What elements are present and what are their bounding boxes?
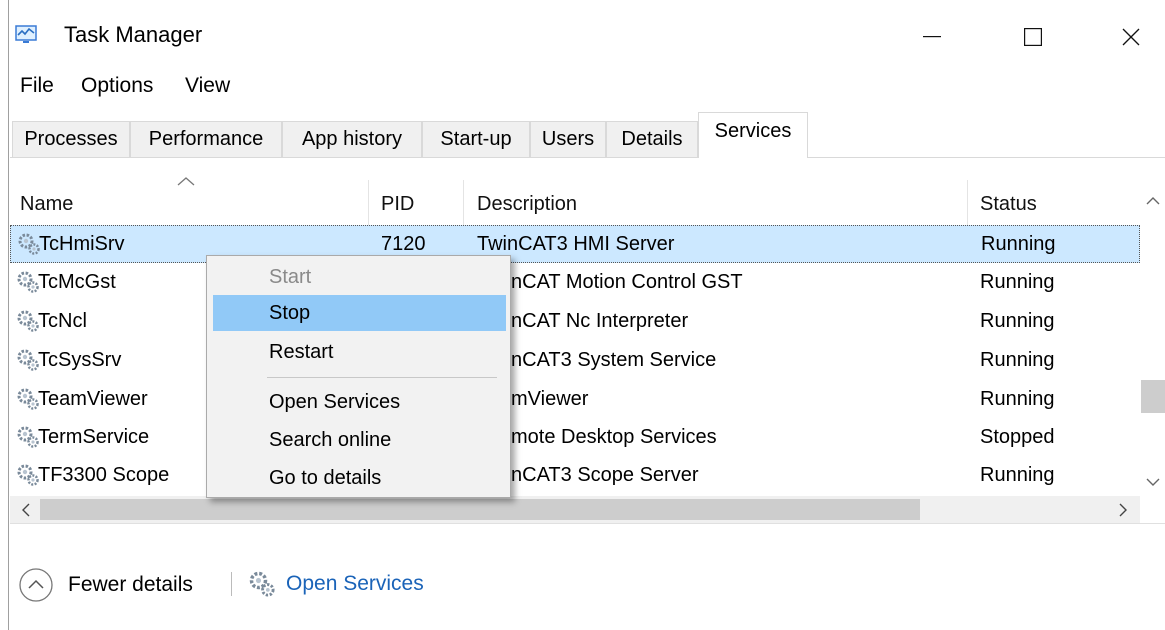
service-status: Running: [980, 388, 1055, 410]
service-gear-icon: [17, 310, 39, 332]
maximize-button[interactable]: [998, 8, 1068, 66]
service-status: Running: [980, 310, 1055, 332]
minimize-button[interactable]: [897, 8, 967, 66]
tab-start-up[interactable]: Start-up: [422, 121, 530, 157]
task-manager-icon: [15, 25, 37, 43]
maximize-icon: [1024, 28, 1042, 46]
context-menu-open-services[interactable]: Open Services: [213, 384, 506, 420]
service-gear-icon: [17, 349, 39, 371]
tab-app-history[interactable]: App history: [282, 121, 422, 157]
column-divider[interactable]: [368, 180, 369, 228]
service-status: Running: [980, 271, 1055, 293]
context-menu: Start Stop Restart Open Services Search …: [206, 255, 511, 498]
column-header-name[interactable]: Name: [20, 193, 73, 216]
minimize-icon: [923, 36, 941, 38]
table-row[interactable]: TcMcGst nCAT Motion Control GST Running: [10, 264, 1140, 302]
service-name: TF3300 Scope: [38, 464, 170, 486]
window-title: Task Manager: [64, 22, 203, 47]
close-icon: [1122, 28, 1140, 46]
service-description: nCAT3 Scope Server: [511, 464, 699, 486]
chevron-up-icon: [1146, 196, 1159, 204]
menu-options[interactable]: Options: [81, 74, 153, 98]
open-services-link[interactable]: Open Services: [248, 566, 424, 602]
fewer-details-button[interactable]: Fewer details: [18, 563, 193, 607]
tab-baseline: [10, 157, 1165, 158]
close-button[interactable]: [1096, 8, 1165, 66]
service-description: nCAT Motion Control GST: [511, 271, 743, 293]
footer-divider: [10, 523, 1165, 524]
vertical-scroll-thumb[interactable]: [1141, 380, 1165, 413]
fewer-details-label: Fewer details: [68, 573, 193, 596]
service-name: TcHmiSrv: [39, 233, 125, 255]
context-menu-restart[interactable]: Restart: [213, 334, 506, 370]
service-description: mViewer: [511, 388, 589, 410]
table-row[interactable]: TcSysSrv nCAT3 System Service Running: [10, 342, 1140, 380]
open-services-label: Open Services: [286, 572, 424, 595]
service-description: nCAT Nc Interpreter: [511, 310, 689, 332]
tab-performance[interactable]: Performance: [130, 121, 282, 157]
context-menu-search-online[interactable]: Search online: [213, 422, 506, 458]
column-divider[interactable]: [463, 180, 464, 228]
table-row[interactable]: TcHmiSrv 7120 TwinCAT3 HMI Server Runnin…: [10, 225, 1140, 263]
service-gear-icon: [17, 271, 39, 293]
service-status: Running: [981, 233, 1056, 255]
service-gear-icon: [17, 426, 39, 448]
service-status: Running: [980, 349, 1055, 371]
horizontal-scroll-thumb[interactable]: [40, 499, 920, 520]
scroll-left-button[interactable]: [14, 498, 36, 522]
tab-users[interactable]: Users: [530, 121, 606, 157]
service-status: Stopped: [980, 426, 1055, 448]
service-name: TermService: [38, 426, 150, 448]
service-description: nCAT3 System Service: [511, 349, 717, 371]
vertical-scrollbar[interactable]: [1140, 180, 1165, 500]
chevron-left-icon: [21, 503, 29, 517]
scroll-right-button[interactable]: [1112, 498, 1134, 522]
table-row[interactable]: TF3300 Scope nCAT3 Scope Server Running: [10, 457, 1140, 495]
column-header-pid[interactable]: PID: [381, 193, 414, 216]
service-name: TcNcl: [38, 310, 87, 332]
chevron-up-circle-icon: [19, 568, 53, 602]
table-row[interactable]: TeamViewer mViewer Running: [10, 381, 1140, 419]
footer-separator: [231, 572, 232, 596]
window-left-edge: [8, 0, 9, 630]
tab-services[interactable]: Services: [698, 112, 808, 158]
table-row[interactable]: TcNcl nCAT Nc Interpreter Running: [10, 303, 1140, 341]
table-row[interactable]: TermService mote Desktop Services Stoppe…: [10, 419, 1140, 457]
context-menu-start: Start: [269, 265, 312, 288]
service-gear-icon: [18, 233, 40, 255]
service-gear-icon: [17, 464, 39, 486]
context-menu-go-to-details[interactable]: Go to details: [213, 460, 506, 496]
column-header-status[interactable]: Status: [980, 193, 1037, 216]
service-name: TcMcGst: [38, 271, 116, 293]
service-name: TcSysSrv: [38, 349, 122, 371]
service-description: TwinCAT3 HMI Server: [477, 233, 675, 255]
tab-processes[interactable]: Processes: [12, 121, 130, 157]
service-name: TeamViewer: [38, 388, 148, 410]
scroll-down-button[interactable]: [1140, 468, 1165, 496]
service-description: mote Desktop Services: [511, 426, 717, 448]
service-gear-icon: [249, 571, 275, 597]
service-gear-icon: [17, 388, 39, 410]
menu-view[interactable]: View: [185, 74, 230, 98]
column-header-description[interactable]: Description: [477, 193, 577, 216]
tab-details[interactable]: Details: [606, 121, 698, 157]
chevron-down-icon: [1146, 478, 1159, 486]
service-pid: 7120: [381, 233, 426, 255]
column-divider[interactable]: [967, 180, 968, 228]
menu-file[interactable]: File: [20, 74, 54, 98]
chevron-right-icon: [1119, 503, 1127, 517]
service-status: Running: [980, 464, 1055, 486]
context-menu-separator: [267, 377, 497, 378]
context-menu-stop[interactable]: Stop: [213, 295, 506, 331]
scroll-up-button[interactable]: [1140, 186, 1165, 214]
sort-ascending-icon: [177, 177, 195, 186]
